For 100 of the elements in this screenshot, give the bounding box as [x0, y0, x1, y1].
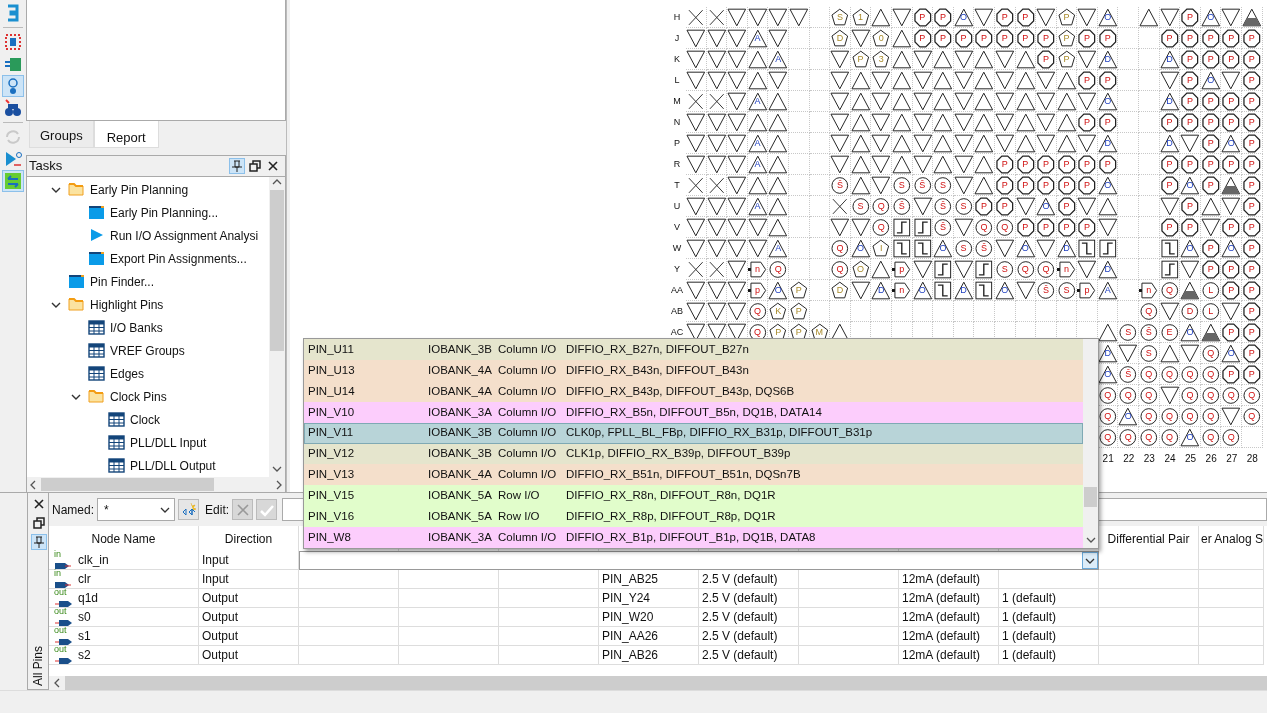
pin-code: P — [1228, 222, 1235, 232]
tree-item[interactable]: I/O Banks — [27, 316, 269, 339]
pin-code: Q — [1186, 369, 1194, 379]
table-cell: 2.5 V (default) — [699, 589, 799, 608]
pin-option[interactable]: PIN_W8 IOBANK_3A Column I/O DIFFIO_RX_B1p, DIFFOUT_B1p, DQ1B, DATA8 — [304, 527, 1083, 549]
pin-code: P — [1084, 117, 1091, 127]
option-pin: PIN_U13 — [307, 362, 356, 378]
pin-code: A — [1104, 285, 1111, 295]
pin-option[interactable]: PIN_V13 IOBANK_4A Column I/O DIFFIO_RX_B51n, DIFFOUT_B51n, DQSn7B — [304, 464, 1083, 486]
option-functions: CLK1p, DIFFIO_RX_B39p, DIFFOUT_B39p — [566, 446, 791, 462]
pin-code: P — [1104, 33, 1111, 43]
pin-code: O — [1021, 243, 1029, 253]
pin-code: Š — [981, 243, 988, 253]
option-bank: IOBANK_3B — [428, 446, 493, 462]
pin-code: A — [754, 33, 761, 43]
pin-code: P — [1248, 180, 1255, 190]
pin-code: S — [960, 201, 967, 211]
pin-code: P — [1248, 243, 1255, 253]
table-cell: Output — [199, 608, 299, 627]
tree-item[interactable]: Edges — [27, 362, 269, 385]
pin-code: P — [1104, 159, 1111, 169]
pin-option[interactable]: PIN_V12 IOBANK_3B Column I/O CLK1p, DIFFIO_RX_B39p, DIFFOUT_B39p — [304, 443, 1083, 465]
option-functions: DIFFIO_RX_B27n, DIFFOUT_B27n — [566, 341, 749, 357]
pin-option[interactable]: PIN_V16 IOBANK_5A Row I/O DIFFIO_RX_R8p, DIFFOUT_R8p, DQ1R — [304, 506, 1083, 528]
tree-item[interactable]: Export Pin Assignments... — [27, 247, 269, 270]
table-cell: 12mA (default) — [899, 627, 999, 646]
pin-code: P — [1166, 180, 1173, 190]
pin-code: K — [775, 306, 782, 316]
node-name: clk_in — [78, 552, 109, 569]
pin-code: Q — [1145, 390, 1153, 400]
pin-code: 0 — [878, 33, 884, 43]
node-name: clr — [78, 571, 91, 588]
direction-tag: in — [54, 569, 72, 578]
pin-option[interactable]: PIN_V11 IOBANK_3B Column I/O CLK0p, FPLL_BL_FBp, DIFFIO_RX_B31p, DIFFOUT_B31p — [304, 422, 1083, 444]
pin-code: O — [1104, 369, 1112, 379]
option-type: Column I/O — [498, 446, 558, 462]
pin-code: Š — [836, 180, 843, 190]
tree-item[interactable]: Clock Pins — [27, 385, 269, 408]
pin-option[interactable]: PIN_V10 IOBANK_3A Column I/O DIFFIO_RX_B5n, DIFFOUT_B5n, DQ1B, DATA14 — [304, 401, 1083, 423]
row-label: M — [672, 94, 682, 108]
pin-code: Q — [1248, 390, 1256, 400]
option-functions: DIFFIO_RX_B51n, DIFFOUT_B51n, DQSn7B — [566, 467, 801, 483]
pin-code: P — [1187, 75, 1194, 85]
pin-code: P — [1022, 12, 1029, 22]
pin-option[interactable]: PIN_V15 IOBANK_5A Row I/O DIFFIO_RX_R8n, DIFFOUT_R8n, DQ1R — [304, 485, 1083, 507]
pin-code: O — [1227, 138, 1235, 148]
side-tab[interactable]: All Pins — [29, 646, 47, 686]
tree-item[interactable]: Run I/O Assignment Analysi — [27, 224, 269, 247]
pin-code: D — [877, 285, 885, 295]
direction-tag: in — [54, 550, 72, 559]
pin-code: O — [1104, 180, 1112, 190]
pin-code: P — [1166, 33, 1173, 43]
pin-code: D — [1104, 54, 1111, 64]
option-pin: PIN_V16 — [307, 509, 356, 525]
tree-item[interactable]: PLL/DLL Input — [27, 431, 269, 454]
option-pin: PIN_U11 — [307, 341, 355, 357]
tree-item[interactable]: Clock — [27, 408, 269, 431]
tree-item[interactable]: Highlight Pins — [27, 293, 269, 316]
option-pin: PIN_W8 — [307, 530, 352, 545]
tree-item[interactable]: VREF Groups — [27, 339, 269, 362]
row-label: W — [671, 241, 683, 255]
option-bank: IOBANK_3A — [428, 530, 493, 545]
pin-code: S — [960, 243, 967, 253]
row-label: J — [673, 31, 681, 45]
pin-option[interactable]: PIN_U11 IOBANK_3B Column I/O DIFFIO_RX_B27n, DIFFOUT_B27n — [304, 339, 1083, 360]
tree-item[interactable]: PLL/DLL Output — [27, 454, 269, 477]
pin-code: P — [919, 33, 926, 43]
pin-code: P — [1248, 327, 1255, 337]
pin-code: P — [1228, 264, 1235, 274]
tree-item[interactable]: Pin Finder... — [27, 270, 269, 293]
option-type: Row I/O — [498, 509, 541, 525]
option-bank: IOBANK_5A — [428, 509, 493, 525]
panel-tab[interactable]: Report — [93, 121, 159, 148]
pin-code: P — [1248, 285, 1255, 295]
option-functions: DIFFIO_RX_B1p, DIFFOUT_B1p, DQ1B, DATA8 — [566, 530, 816, 545]
tree-item[interactable]: Early Pin Planning — [27, 178, 269, 201]
pin-code: P — [1063, 54, 1070, 64]
row-label: AC — [669, 325, 685, 339]
pin-code: O — [918, 285, 926, 295]
option-bank: IOBANK_4A — [428, 362, 493, 378]
pin-code: P — [1228, 117, 1235, 127]
pin-code: P — [1248, 201, 1255, 211]
pin-code: P — [1228, 285, 1235, 295]
row-label: T — [673, 178, 681, 192]
tree-item[interactable]: Early Pin Planning... — [27, 201, 269, 224]
pin-code: P — [1207, 264, 1214, 274]
pin-option[interactable]: PIN_U14 IOBANK_4A Column I/O DIFFIO_RX_B43p, DIFFOUT_B43p, DQS6B — [304, 380, 1083, 402]
pin-code: O — [1207, 12, 1215, 22]
pin-code: Š — [1042, 285, 1049, 295]
pin-code: D — [1186, 306, 1194, 316]
option-type: Column I/O — [498, 467, 558, 483]
panel-tab[interactable]: Groups — [29, 121, 94, 148]
pin-code: P — [1207, 159, 1214, 169]
named-combobox[interactable]: * — [97, 498, 176, 521]
table-cell: 12mA (default) — [899, 608, 999, 627]
pin-code: O — [1186, 432, 1194, 442]
pin-option[interactable]: PIN_U13 IOBANK_4A Column I/O DIFFIO_RX_B43n, DIFFOUT_B43n — [304, 359, 1083, 381]
table-cell: PIN_AA26 — [599, 627, 699, 646]
pin-code: P — [1187, 33, 1194, 43]
column-header[interactable]: er Analog S — [1199, 526, 1264, 551]
